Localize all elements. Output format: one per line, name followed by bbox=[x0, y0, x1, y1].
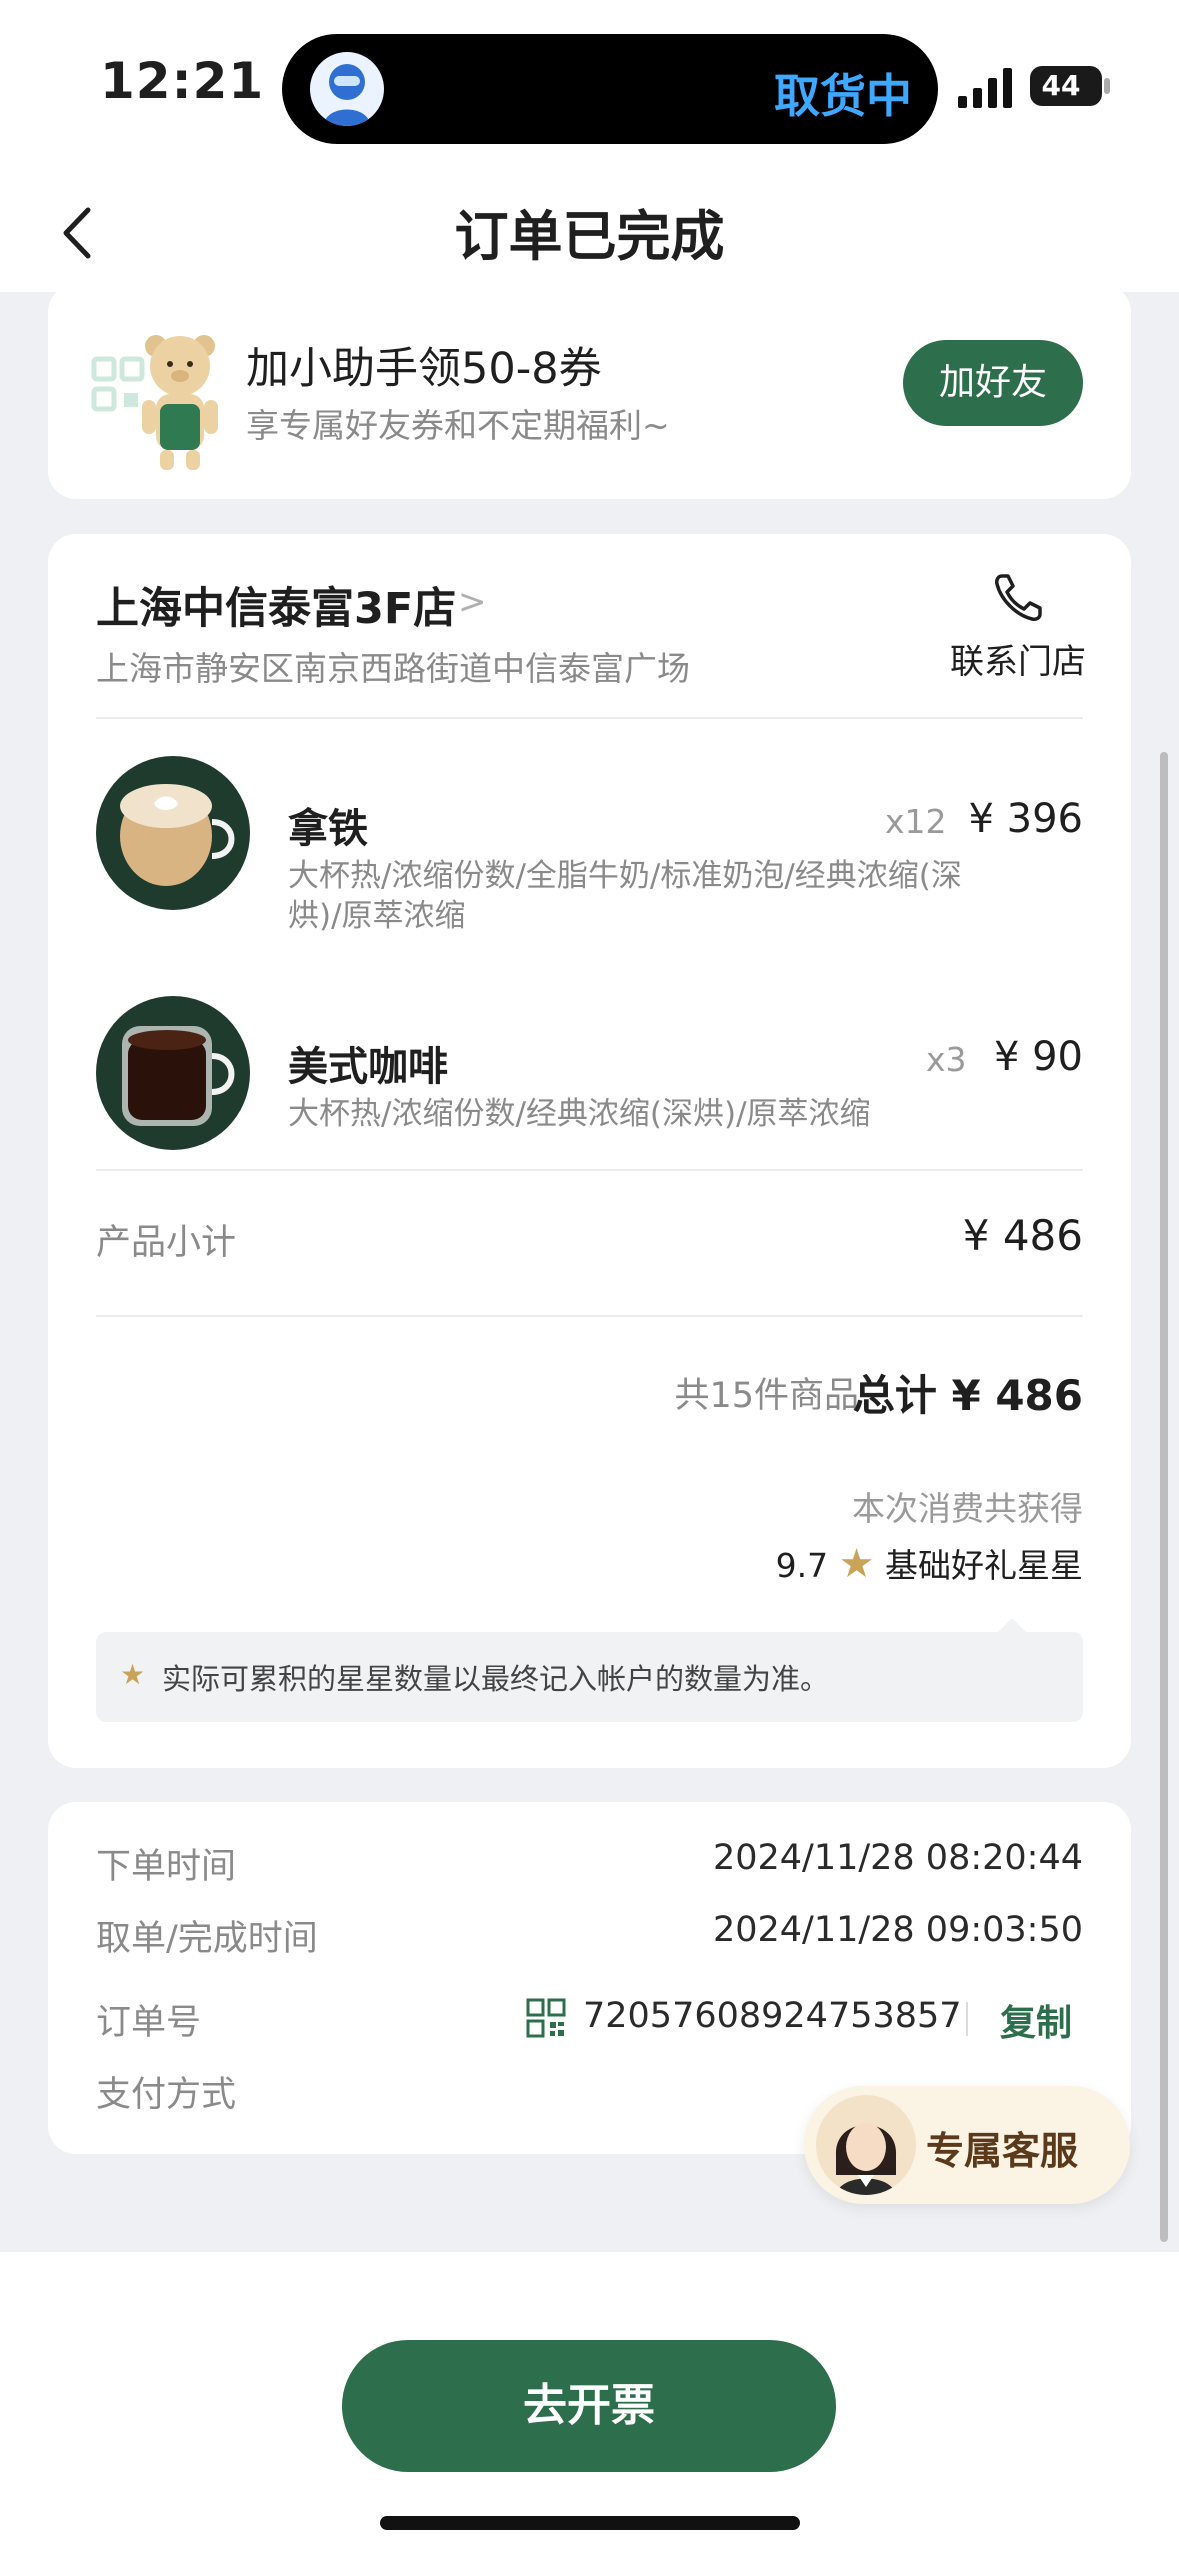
item-price: ¥ 90 bbox=[993, 1034, 1083, 1080]
status-time: 12:21 bbox=[100, 52, 265, 110]
item-qty: x12 bbox=[885, 802, 947, 841]
chevron-right-icon[interactable]: > bbox=[458, 582, 487, 622]
stars-notice: ★ 实际可累积的星星数量以最终记入帐户的数量为准。 bbox=[96, 1632, 1083, 1722]
notice-pointer bbox=[998, 1618, 1026, 1632]
earn-caption: 本次消费共获得 bbox=[852, 1489, 1083, 1528]
order-number: 72057608924753857 bbox=[583, 1996, 962, 2036]
battery-nub bbox=[1104, 78, 1110, 94]
order-card: 上海中信泰富3F店 > 上海市静安区南京西路街道中信泰富广场 联系门店 拿铁 x… bbox=[48, 534, 1131, 1768]
helper-title: 加小助手领50-8券 bbox=[246, 344, 602, 394]
order-no-label: 订单号 bbox=[96, 2003, 202, 2043]
item-name: 美式咖啡 bbox=[288, 1044, 448, 1090]
item-price: ¥ 396 bbox=[968, 796, 1083, 842]
courier-avatar-icon bbox=[310, 52, 384, 126]
item-desc: 大杯热/浓缩份数/经典浓缩(深烘)/原萃浓缩 bbox=[288, 1096, 871, 1132]
helper-subtitle: 享专属好友券和不定期福利~ bbox=[246, 406, 670, 445]
store-address: 上海市静安区南京西路街道中信泰富广场 bbox=[96, 649, 690, 688]
dynamic-island[interactable]: 取货中 bbox=[282, 34, 938, 144]
payment-method-label: 支付方式 bbox=[96, 2075, 237, 2115]
store-name-link[interactable]: 上海中信泰富3F店 bbox=[96, 574, 456, 636]
americano-image bbox=[96, 996, 250, 1150]
service-label: 专属客服 bbox=[926, 2129, 1079, 2173]
battery-icon: 44 bbox=[1030, 66, 1102, 106]
customer-service-button[interactable]: 专属客服 bbox=[804, 2086, 1130, 2204]
issue-invoice-button[interactable]: 去开票 bbox=[342, 2340, 836, 2472]
stars-value: 9.7 bbox=[775, 1546, 829, 1585]
phone-icon[interactable] bbox=[990, 570, 1046, 626]
divider bbox=[96, 717, 1083, 719]
divider bbox=[96, 1169, 1083, 1171]
order-detail-scroll[interactable]: 加小助手领50-8券 享专属好友券和不定期福利~ 加好友 上海中信泰富3F店 >… bbox=[0, 292, 1179, 2252]
battery-level: 44 bbox=[1041, 69, 1081, 102]
complete-time-label: 取单/完成时间 bbox=[96, 1919, 318, 1959]
helper-promo-card: 加小助手领50-8券 享专属好友券和不定期福利~ 加好友 bbox=[48, 292, 1131, 499]
add-friend-button[interactable]: 加好友 bbox=[903, 340, 1083, 426]
divider bbox=[966, 2002, 968, 2036]
order-time: 2024/11/28 08:20:44 bbox=[712, 1838, 1083, 1878]
item-name: 拿铁 bbox=[288, 806, 368, 852]
qr-code-icon[interactable] bbox=[526, 1998, 566, 2038]
item-desc: 大杯热/浓缩份数/全脂牛奶/标准奶泡/经典浓缩(深 烘)/原萃浓缩 bbox=[288, 856, 1088, 936]
subtotal-label: 产品小计 bbox=[96, 1223, 237, 1263]
star-icon: ★ bbox=[838, 1541, 875, 1587]
status-bar: 12:21 取货中 44 bbox=[0, 0, 1179, 180]
nav-bar: 订单已完成 bbox=[0, 180, 1179, 292]
item-count: 共15件商品 bbox=[674, 1376, 859, 1416]
service-agent-avatar-icon bbox=[816, 2095, 916, 2195]
item-desc-line: 大杯热/浓缩份数/全脂牛奶/标准奶泡/经典浓缩(深 bbox=[288, 858, 962, 894]
item-qty: x3 bbox=[926, 1040, 967, 1079]
star-icon: ★ bbox=[120, 1658, 146, 1691]
latte-image bbox=[96, 756, 250, 910]
scrollbar[interactable] bbox=[1160, 752, 1168, 2242]
divider bbox=[96, 1315, 1083, 1317]
contact-store-button[interactable]: 联系门店 bbox=[950, 634, 1086, 683]
pickup-status-text: 取货中 bbox=[774, 69, 912, 123]
page-title: 订单已完成 bbox=[454, 205, 725, 268]
total-amount: 总计 ¥ 486 bbox=[852, 1371, 1083, 1420]
order-time-label: 下单时间 bbox=[96, 1847, 237, 1887]
bottom-action-bar: 去开票 bbox=[0, 2252, 1179, 2556]
home-indicator bbox=[380, 2516, 800, 2530]
notice-text: 实际可累积的星星数量以最终记入帐户的数量为准。 bbox=[162, 1662, 830, 1696]
subtotal-value: ¥ 486 bbox=[962, 1211, 1083, 1260]
stars-earned: 9.7 ★ 基础好礼星星 bbox=[776, 1539, 1083, 1587]
signal-icon bbox=[958, 68, 1012, 108]
complete-time: 2024/11/28 09:03:50 bbox=[712, 1910, 1083, 1950]
stars-label: 基础好礼星星 bbox=[885, 1546, 1083, 1585]
bear-mascot-icon bbox=[142, 335, 218, 470]
item-desc-line: 烘)/原萃浓缩 bbox=[288, 898, 466, 934]
copy-order-number-button[interactable]: 复制 bbox=[1000, 1994, 1072, 2046]
